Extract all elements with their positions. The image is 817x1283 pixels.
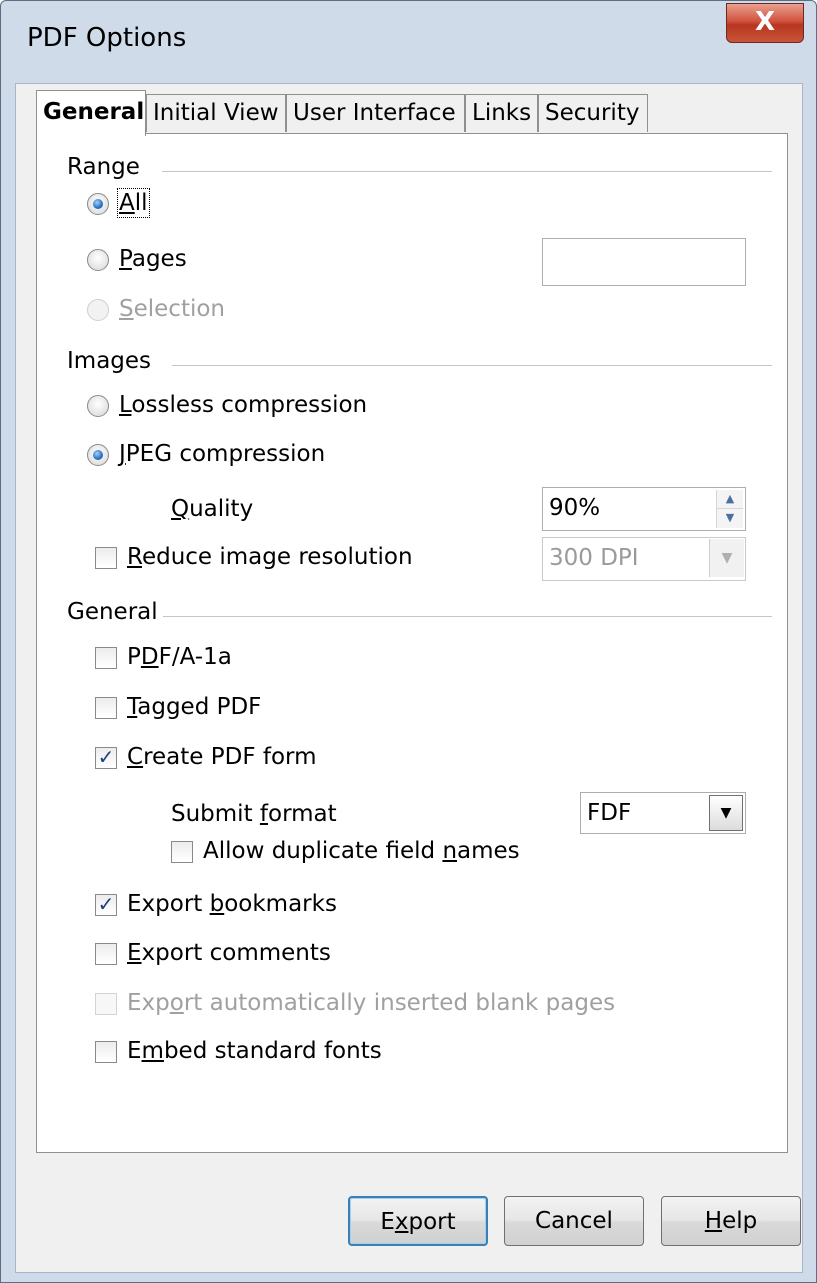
tab-initial-view[interactable]: Initial View <box>146 94 286 132</box>
range-separator <box>162 171 772 172</box>
spin-up-icon[interactable]: ▲ <box>717 490 743 509</box>
submit-format-value: FDF <box>587 800 632 826</box>
spin-down-icon[interactable]: ▼ <box>717 509 743 527</box>
allow-duplicate-option[interactable]: Allow duplicate field names <box>171 838 520 864</box>
cancel-button[interactable]: Cancel <box>504 1196 644 1246</box>
jpeg-compression-option[interactable]: JPEG compression <box>87 441 325 467</box>
help-button[interactable]: Help <box>661 1196 801 1246</box>
submit-format-label-rest: ormat <box>268 801 337 827</box>
radio-icon[interactable] <box>87 248 109 271</box>
checkbox-icon[interactable] <box>95 942 117 965</box>
lossless-label-rest: ossless compression <box>131 392 368 418</box>
export-bookmarks-label-rest: ookmarks <box>224 891 337 917</box>
resolution-dropdown: 300 DPI ▼ <box>542 537 746 581</box>
submit-format-dropdown[interactable]: FDF ▼ <box>580 792 746 834</box>
title-bar: PDF Options X <box>1 1 816 83</box>
reduce-resolution-option[interactable]: Reduce image resolution <box>95 544 413 570</box>
pdfa-label-rest: F/A-1a <box>158 644 232 670</box>
export-comments-label-rest: xport comments <box>141 940 331 966</box>
range-all-label: All <box>117 188 150 218</box>
tab-security[interactable]: Security <box>538 94 648 132</box>
submit-format-label: Submit format <box>171 801 337 827</box>
jpeg-label-rest: PEG compression <box>125 441 326 467</box>
export-blank-pages-option: Export automatically inserted blank page… <box>95 990 615 1016</box>
quality-value: 90% <box>549 495 601 521</box>
images-separator <box>172 365 772 366</box>
quality-label-rest: uality <box>189 496 254 522</box>
general-separator <box>163 616 772 617</box>
checkbox-checked-icon[interactable]: ✓ <box>95 746 117 769</box>
chevron-down-icon: ▼ <box>709 539 744 577</box>
range-all-label-rest: ll <box>134 190 148 216</box>
pages-input[interactable] <box>542 238 746 286</box>
range-heading: Range <box>67 154 140 180</box>
checkbox-icon[interactable] <box>95 696 117 719</box>
export-button[interactable]: Export <box>348 1196 488 1246</box>
checkbox-icon <box>95 992 117 1015</box>
lossless-compression-option[interactable]: Lossless compression <box>87 392 367 418</box>
pdfa-option[interactable]: PDF/A-1a <box>95 644 232 670</box>
checkbox-checked-icon[interactable]: ✓ <box>95 893 117 916</box>
resolution-value: 300 DPI <box>549 545 639 571</box>
quality-spinbox[interactable]: 90% ▲ ▼ <box>542 487 746 531</box>
range-selection-option: Selection <box>87 296 225 322</box>
close-icon[interactable]: X <box>726 3 804 43</box>
quality-spin-buttons[interactable]: ▲ ▼ <box>716 490 743 528</box>
checkbox-icon[interactable] <box>95 646 117 669</box>
images-heading: Images <box>67 348 152 374</box>
tab-links[interactable]: Links <box>465 94 538 132</box>
export-comments-option[interactable]: Export comments <box>95 940 331 966</box>
reduce-label-rest: educe image resolution <box>141 544 413 570</box>
range-pages-label-rest: ages <box>131 246 187 272</box>
allow-duplicate-label-rest: ames <box>457 838 520 864</box>
range-all-option[interactable]: All <box>87 188 150 218</box>
range-pages-option[interactable]: Pages <box>87 246 187 272</box>
help-button-rest: elp <box>722 1208 758 1234</box>
checkbox-icon[interactable] <box>171 840 193 863</box>
window-title: PDF Options <box>27 23 187 53</box>
dialog-body: General Initial View User Interface Link… <box>15 83 803 1273</box>
radio-icon[interactable] <box>87 192 109 215</box>
radio-icon <box>87 298 109 321</box>
tab-general[interactable]: General <box>36 90 146 136</box>
export-button-rest: port <box>408 1209 456 1235</box>
embed-fonts-label-rest: bed standard fonts <box>163 1038 382 1064</box>
radio-icon[interactable] <box>87 443 109 466</box>
quality-label: Quality <box>171 496 254 522</box>
embed-fonts-option[interactable]: Embed standard fonts <box>95 1038 382 1064</box>
export-bookmarks-option[interactable]: ✓ Export bookmarks <box>95 891 337 917</box>
range-selection-label-rest: election <box>133 296 226 322</box>
checkbox-icon[interactable] <box>95 1040 117 1063</box>
general-tab-panel: Range All Pages Selection Images Lossles… <box>36 133 788 1153</box>
tagged-pdf-option[interactable]: Tagged PDF <box>95 694 261 720</box>
chevron-down-icon[interactable]: ▼ <box>709 795 743 831</box>
export-blank-label-rest: rt automatically inserted blank pages <box>183 990 616 1016</box>
checkbox-icon[interactable] <box>95 546 117 569</box>
pdf-options-dialog: PDF Options X General Initial View User … <box>0 0 817 1283</box>
create-form-label-rest: reate PDF form <box>143 744 317 770</box>
radio-icon[interactable] <box>87 394 109 417</box>
create-pdf-form-option[interactable]: ✓ Create PDF form <box>95 744 316 770</box>
tab-user-interface[interactable]: User Interface <box>286 94 465 132</box>
general-heading: General <box>67 599 158 625</box>
tagged-label-rest: agged PDF <box>137 694 262 720</box>
